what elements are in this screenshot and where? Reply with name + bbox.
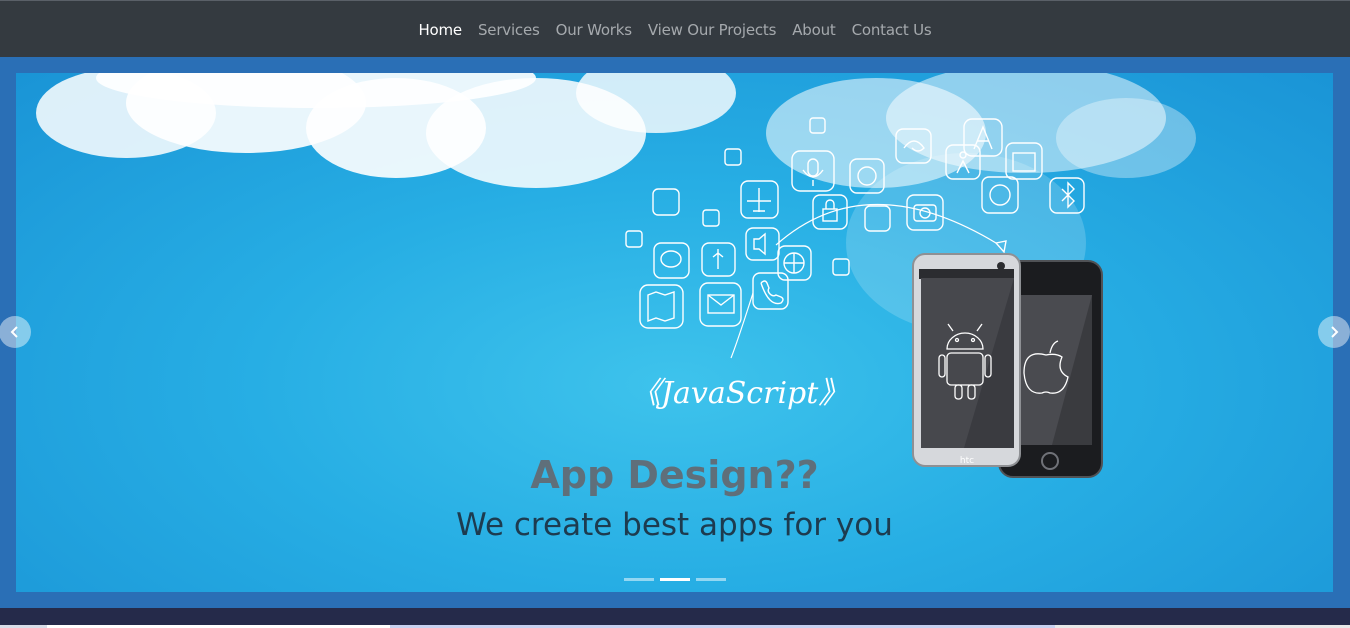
nav-our-works[interactable]: Our Works [556,21,632,39]
nav-services[interactable]: Services [478,21,540,39]
carousel-slide: 《JavaScript》 htc App Design?? We create … [16,73,1333,592]
carousel-next-button[interactable] [1318,316,1350,348]
nav-about[interactable]: About [792,21,836,39]
chevron-left-icon [10,326,18,338]
top-navbar: Home Services Our Works View Our Project… [0,0,1350,57]
carousel-indicator-3[interactable] [696,578,726,581]
slide-subtitle: We create best apps for you [456,507,893,543]
nav-home[interactable]: Home [418,21,462,39]
carousel-indicators [0,578,1350,581]
carousel-prev-button[interactable] [0,316,31,348]
nav-contact-us[interactable]: Contact Us [852,21,932,39]
htc-phone-illustration: htc [912,253,1021,467]
chevron-right-icon [1331,326,1339,338]
nav-view-our-projects[interactable]: View Our Projects [648,21,777,39]
nav-menu: Home Services Our Works View Our Project… [418,20,931,39]
slide-title: App Design?? [530,453,819,497]
javascript-sketch-text: 《JavaScript》 [631,376,848,411]
carousel-indicator-2[interactable] [660,578,690,581]
hero-carousel: 《JavaScript》 htc App Design?? We create … [0,57,1350,608]
carousel-indicator-1[interactable] [624,578,654,581]
